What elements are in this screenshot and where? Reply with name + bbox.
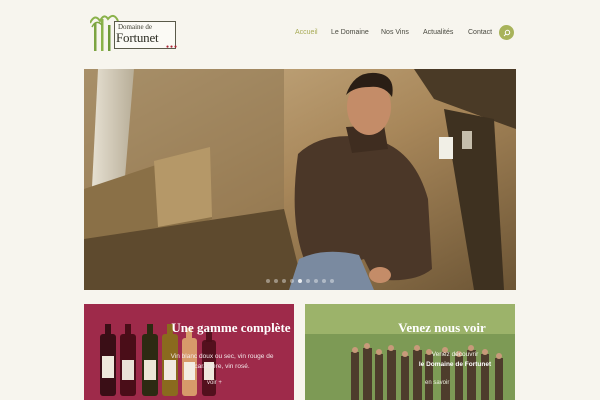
slider-dot[interactable] (266, 279, 270, 283)
card-visit-text: Venez découvrir le Domaine de Fortunet (407, 350, 503, 370)
slider-dot[interactable] (306, 279, 310, 283)
card-wine-title: Une gamme complète (171, 320, 291, 335)
card-visit-more-link[interactable]: en savoir (425, 380, 449, 386)
hero-photo (84, 69, 516, 290)
search-button[interactable] (499, 25, 514, 40)
search-icon (503, 29, 510, 36)
card-wine-range[interactable]: Une gamme complète Vin blanc doux ou sec… (84, 304, 294, 400)
card-wine-text: Vin blanc doux ou sec, vin rouge de cara… (170, 353, 274, 370)
nav-item-contact[interactable]: Contact (468, 29, 492, 36)
card-visit-highlight: le Domaine de Fortunet (418, 361, 492, 368)
card-visit-text-main: Venez découvrir (431, 351, 479, 358)
card-visit[interactable]: Venez nous voir Venez découvrir le Domai… (305, 304, 515, 400)
nav-item-le-domaine[interactable]: Le Domaine (331, 29, 369, 36)
slider-dot[interactable] (314, 279, 318, 283)
nav-item-accueil[interactable]: Accueil (295, 29, 318, 36)
nav-item-actualites[interactable]: Actualités (423, 29, 453, 36)
slider-dot[interactable] (322, 279, 326, 283)
slider-dot-active[interactable] (298, 279, 302, 283)
logo-line2: Fortunet (116, 30, 159, 45)
slider-dot[interactable] (274, 279, 278, 283)
slider-dot[interactable] (330, 279, 334, 283)
slider-dot[interactable] (282, 279, 286, 283)
card-visit-title: Venez nous voir (398, 320, 486, 335)
nav-item-nos-vins[interactable]: Nos Vins (381, 29, 409, 36)
logo-dots: ●●● (166, 44, 179, 50)
hero-slider[interactable] (84, 69, 516, 290)
site-logo[interactable]: Domaine de Fortunet ●●● (88, 13, 178, 53)
slider-dot[interactable] (290, 279, 294, 283)
card-wine-more-link[interactable]: voir + (207, 380, 222, 386)
slider-pagination (84, 279, 516, 283)
